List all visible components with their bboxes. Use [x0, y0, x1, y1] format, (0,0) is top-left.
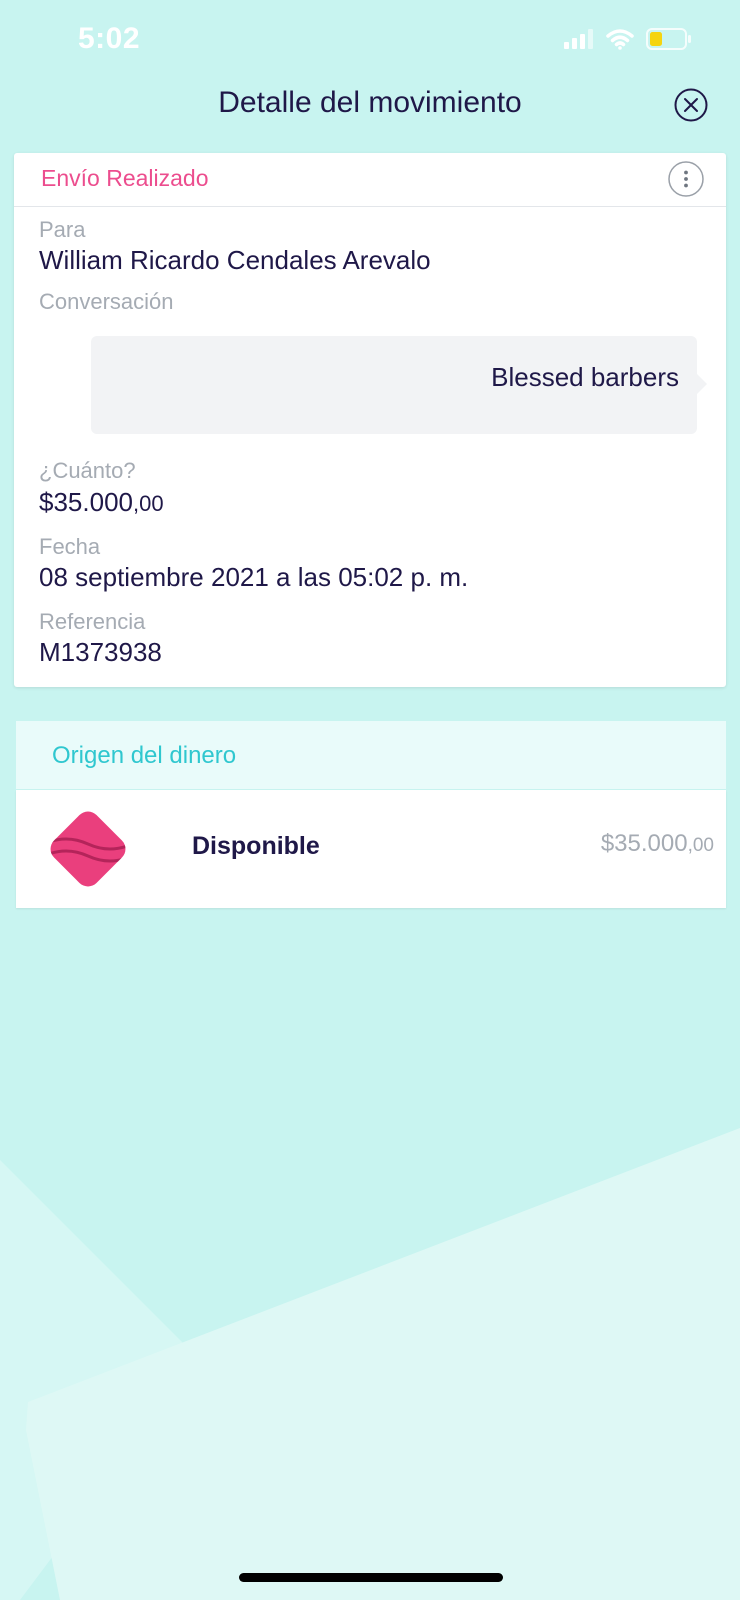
message-text: Blessed barbers: [491, 362, 679, 392]
recipient-label: Para: [39, 217, 86, 242]
origin-title: Origen del dinero: [52, 742, 237, 769]
conversation-label: Conversación: [39, 289, 174, 314]
origin-amount-main: $35.000: [600, 830, 688, 857]
origin-source-name: Disponible: [192, 832, 320, 860]
wifi-icon: [606, 29, 634, 50]
message-bubble-tail: [695, 372, 707, 396]
status-bar: 5:02: [0, 0, 740, 86]
transaction-status: Envío Realizado: [41, 165, 209, 191]
date-label: Fecha: [39, 534, 101, 559]
transaction-card: Envío Realizado Para William Ricardo Cen…: [14, 153, 726, 687]
status-time: 5:02: [78, 22, 141, 55]
status-icons: [564, 28, 692, 50]
cellular-signal-icon: [564, 29, 593, 49]
origin-source-amount: $35.000,00: [601, 830, 714, 858]
close-circle-icon: [674, 88, 708, 122]
reference-value: M1373938: [39, 637, 162, 667]
amount-value: $35.000,00: [39, 487, 164, 518]
close-button[interactable]: [674, 88, 708, 122]
amount-main: $35.000: [39, 487, 133, 517]
nequi-diamond-icon: [45, 811, 131, 887]
page-title: Detalle del movimiento: [218, 86, 522, 119]
home-indicator[interactable]: [239, 1573, 503, 1582]
header: Detalle del movimiento: [0, 80, 740, 152]
more-vertical-icon: [668, 161, 704, 197]
date-value: 08 septiembre 2021 a las 05:02 p. m.: [39, 562, 469, 592]
origin-source-row: Disponible $35.000,00: [16, 790, 726, 908]
amount-label: ¿Cuánto?: [39, 458, 136, 483]
recipient-name: William Ricardo Cendales Arevalo: [39, 245, 431, 275]
origin-section-header: Origen del dinero: [16, 721, 726, 789]
battery-icon: [646, 28, 691, 50]
reference-label: Referencia: [39, 609, 146, 634]
amount-cents: ,00: [132, 491, 164, 516]
more-options-button[interactable]: [668, 161, 704, 197]
card-header: Envío Realizado: [14, 153, 726, 207]
origin-amount-cents: ,00: [687, 835, 714, 856]
message-bubble: Blessed barbers: [91, 336, 707, 434]
